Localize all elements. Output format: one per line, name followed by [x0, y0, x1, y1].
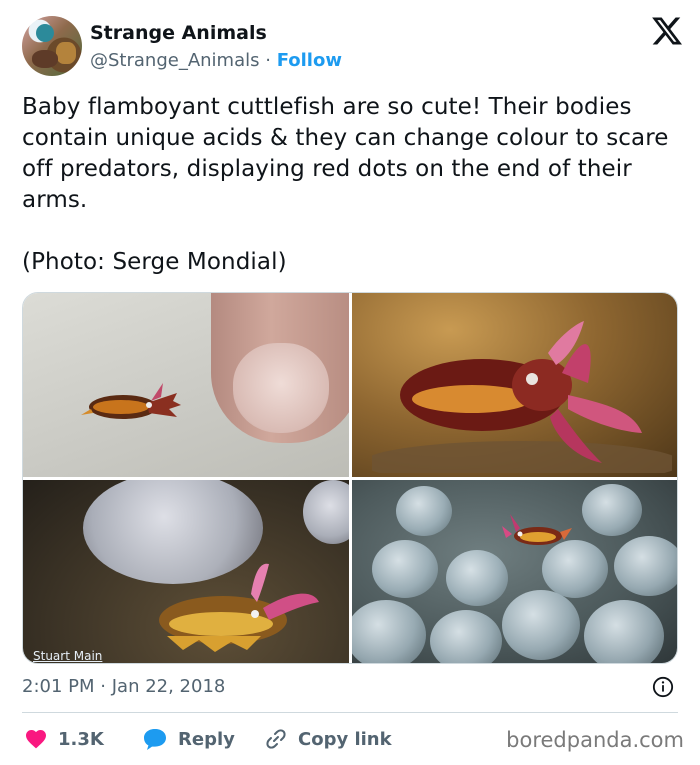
like-count: 1.3K — [58, 728, 104, 750]
photo-cuttlefish-among-eggs[interactable] — [352, 480, 677, 663]
heart-icon — [26, 730, 46, 749]
reply-bubble-icon — [144, 729, 166, 750]
egg-shape — [584, 600, 664, 663]
egg-shape — [502, 590, 580, 660]
tweet-header: Strange Animals @Strange_Animals · Follo… — [22, 16, 682, 80]
reply-button[interactable]: Reply — [142, 724, 235, 754]
info-icon[interactable] — [652, 676, 674, 698]
egg-shape — [303, 480, 349, 544]
photo-cuttlefish-closeup[interactable] — [352, 293, 677, 477]
like-button[interactable]: 1.3K — [24, 724, 104, 754]
timestamp-separator: · — [100, 676, 106, 697]
x-logo-icon[interactable] — [652, 16, 682, 46]
tweet-text: Baby flamboyant cuttlefish are so cute! … — [22, 94, 669, 275]
egg-shape — [352, 600, 426, 663]
handle-separator: · — [265, 50, 271, 71]
copy-link-label: Copy link — [298, 728, 392, 750]
reply-label: Reply — [178, 728, 235, 750]
cuttlefish-medium-drawing — [159, 563, 319, 652]
egg-shape — [614, 536, 677, 596]
photo-watermark: Stuart Main — [33, 649, 103, 663]
divider — [22, 712, 678, 713]
author-name[interactable]: Strange Animals — [90, 22, 267, 44]
media-grid[interactable]: Stuart Main — [22, 292, 678, 664]
author-handle[interactable]: @Strange_Animals — [90, 50, 260, 71]
egg-shape — [372, 540, 438, 598]
cuttlefish-small-drawing — [81, 383, 181, 419]
follow-button[interactable]: Follow — [277, 50, 342, 71]
tweet-date: Jan 22, 2018 — [111, 676, 226, 697]
fingernail-shape — [233, 343, 329, 433]
source-brand: boredpanda.com — [506, 728, 684, 752]
cuttlefish-tiny-drawing — [502, 514, 572, 545]
copy-link-button[interactable]: Copy link — [264, 724, 392, 754]
tweet-time: 2:01 PM — [22, 676, 95, 697]
photo-cuttlefish-by-egg[interactable]: Stuart Main — [23, 480, 349, 663]
egg-shape — [396, 486, 452, 536]
cuttlefish-large-drawing — [372, 321, 672, 473]
egg-shape — [430, 610, 502, 663]
tweet-timestamp[interactable]: 2:01 PM · Jan 22, 2018 — [22, 676, 225, 697]
link-icon — [266, 729, 286, 749]
author-handle-row: @Strange_Animals · Follow — [90, 50, 342, 71]
egg-shape — [446, 550, 508, 606]
photo-cuttlefish-by-finger[interactable] — [23, 293, 349, 477]
egg-shape — [582, 484, 642, 536]
author-avatar[interactable] — [22, 16, 82, 76]
